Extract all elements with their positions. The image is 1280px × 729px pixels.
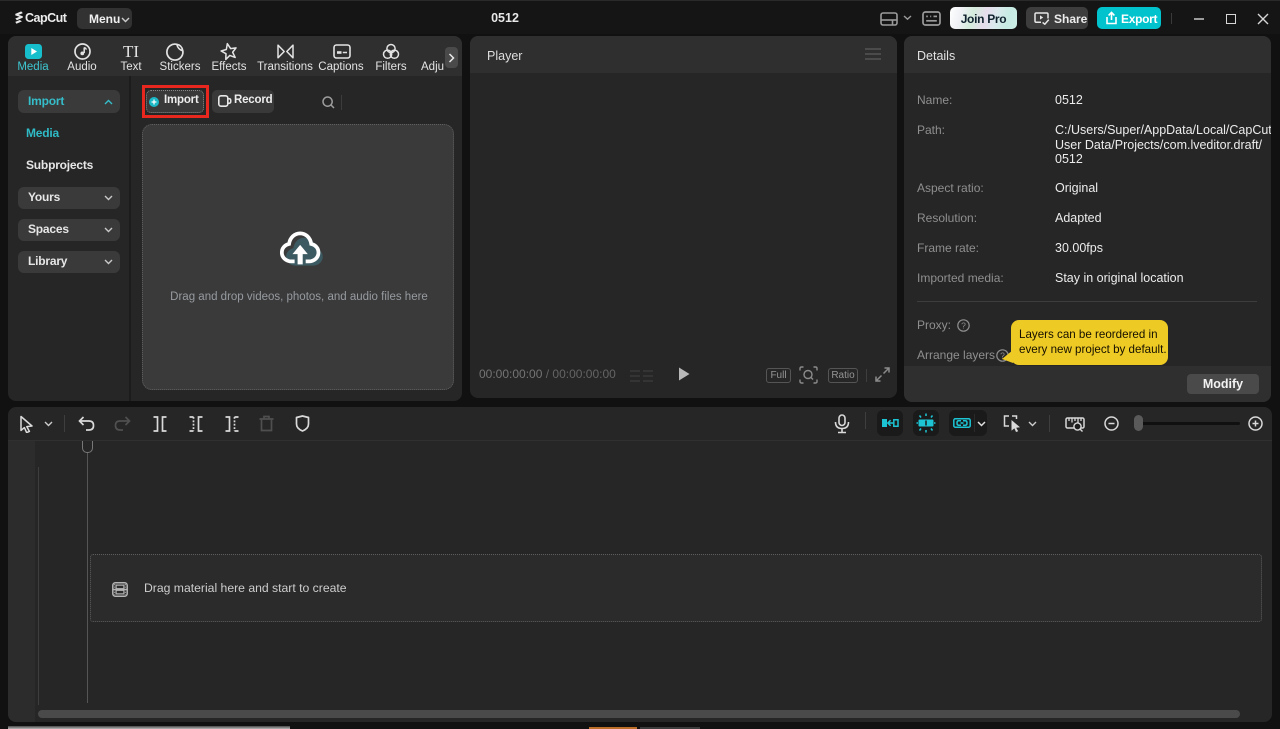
svg-text:?: ? — [961, 320, 966, 330]
